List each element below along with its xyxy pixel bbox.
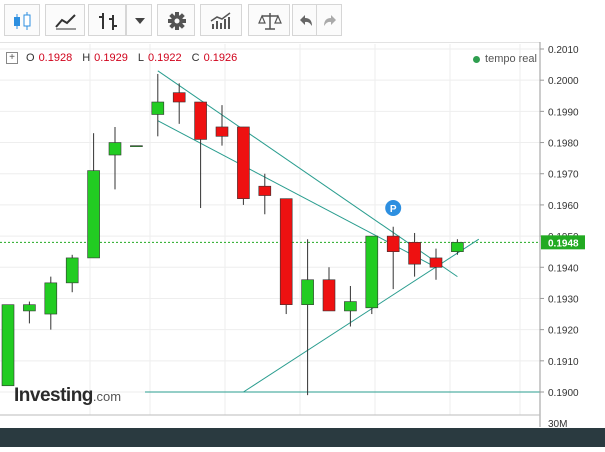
candle-body [215,126,229,137]
candle-body [322,279,336,312]
candle [23,301,36,324]
axis-tick-label: 0.1990 [548,107,579,118]
high-value: 0.1929 [94,52,128,64]
candle [344,285,357,327]
expand-plus-icon[interactable]: + [6,52,18,64]
candle-body [386,235,400,252]
candle-body [44,282,58,315]
realtime-dot-icon [473,55,481,63]
candle-body [429,257,443,268]
high-label: H [82,52,91,64]
candle [322,267,336,312]
bottom-taskbar-strip [0,428,605,447]
indicators-icon [210,12,231,29]
candle-body [408,242,421,265]
realtime-label: tempo real [485,53,537,65]
candle [429,248,443,280]
candlestick-chart-button[interactable] [4,4,40,36]
open-value: 0.1928 [38,52,73,64]
axis-tick-label: 0.2000 [548,76,579,87]
candle-body [279,198,293,305]
trendline [243,238,480,393]
candle-body [1,304,15,387]
pivot-marker-label: P [390,204,397,215]
candle [451,239,464,255]
candle [65,254,79,293]
axis-tick-label: 0.1920 [548,326,579,337]
candle [108,126,122,190]
logo-suffix: .com [92,389,122,404]
gear-icon [168,12,186,30]
candle-body [365,235,379,309]
area-chart-icon [55,14,76,30]
chart-grid [0,44,540,415]
candle-body [451,242,464,252]
candle-body [194,101,207,140]
candle-body [237,126,250,199]
close-label: C [191,52,200,64]
candle [151,73,165,137]
candle-body [301,279,314,305]
candlestick-icon [14,12,31,30]
candle [130,145,143,147]
area-chart-button[interactable] [45,4,85,36]
chart-toolbar [0,0,605,43]
candle-body [23,304,36,312]
settings-button[interactable] [157,4,195,36]
candle-body [130,145,143,147]
axis-tick-label: 0.1900 [548,388,579,399]
undo-icon [300,15,312,26]
candle [301,239,314,396]
candle [172,83,186,124]
redo-button[interactable] [316,4,342,36]
bar-chart-type-button[interactable] [88,4,126,36]
candle-body [258,185,272,196]
axis-tick-label: 0.1930 [548,294,579,305]
candle-body [151,101,165,115]
candle-body [108,142,122,156]
candle [1,304,15,387]
compare-button[interactable] [248,4,290,36]
candle [194,101,207,209]
ohlc-bars-icon [99,13,117,30]
axis-tick-label: 0.1960 [548,201,579,212]
candle [408,232,421,277]
investing-logo: Investing.com [14,385,121,407]
candle-body [65,257,79,284]
redo-icon [324,15,336,26]
axis-tick-label: 0.1910 [548,357,579,368]
candle [279,198,293,315]
candle-body [344,301,357,312]
undo-button[interactable] [292,4,316,36]
scale-icon [258,13,282,30]
open-label: O [26,52,35,64]
candle-body [172,92,186,103]
logo-text: Investing [14,385,93,406]
axis-tick-label: 0.1940 [548,263,579,274]
axis-tick-label: 0.2010 [548,45,579,56]
candle [44,276,58,330]
axis-tick-label: 0.1970 [548,170,579,181]
low-label: L [137,52,144,64]
caret-down-icon [135,18,145,24]
candle [365,235,379,315]
candle-body [87,170,100,259]
candle [237,126,250,205]
indicators-button[interactable] [200,4,242,36]
chart-type-dropdown-button[interactable] [126,4,152,36]
candle [386,226,400,290]
ohlc-readout: + O 0.1928 H 0.1929 L 0.1922 C 0.1926 [6,52,243,64]
current-price-tag-label: 0.1948 [548,238,579,249]
low-value: 0.1922 [147,52,182,64]
candle [87,133,100,259]
axis-tick-label: 0.1980 [548,139,579,150]
realtime-indicator: tempo real [473,53,537,65]
close-value: 0.1926 [203,52,238,64]
